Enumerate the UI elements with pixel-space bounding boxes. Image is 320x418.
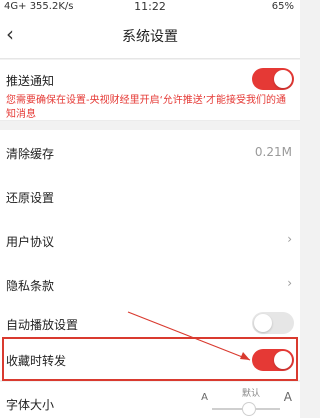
- setting-row-cache[interactable]: 清除缓存 0.21M: [0, 130, 300, 175]
- chevron-right-icon: ›: [287, 276, 292, 290]
- page-title: 系统设置: [122, 29, 178, 45]
- toggle-knob: [254, 314, 272, 332]
- status-bar: 4G+ 355.2K/s 11:22 65%: [0, 0, 300, 14]
- toggle-knob: [274, 70, 292, 88]
- font-size-slider[interactable]: [212, 402, 280, 416]
- push-notice: 您需要确保在设置-央视财经里开启‘允许推送’才能接受我们的通知消息: [6, 95, 286, 120]
- status-time: 11:22: [134, 0, 166, 13]
- annotation-highlight-box: [2, 337, 298, 381]
- battery-indicator: 65%: [271, 1, 294, 12]
- cache-size: 0.21M: [254, 145, 292, 159]
- setting-label-restore: 还原设置: [6, 191, 55, 205]
- chevron-right-icon: ›: [287, 232, 292, 246]
- setting-label-privacy: 隐私条款: [6, 279, 55, 293]
- setting-row-push: 推送通知 您需要确保在设置-央视财经里开启‘允许推送’才能接受我们的通知消息: [0, 60, 300, 121]
- setting-row-privacy[interactable]: 隐私条款 ›: [0, 262, 300, 307]
- font-large-label: A: [283, 390, 292, 404]
- setting-row-font-size: 字体大小 A 默认 A: [0, 382, 300, 418]
- setting-label-push: 推送通知: [6, 74, 55, 88]
- setting-label-font-size: 字体大小: [6, 398, 55, 412]
- push-toggle[interactable]: [252, 68, 294, 90]
- setting-row-agreement[interactable]: 用户协议 ›: [0, 218, 300, 263]
- setting-label-cache: 清除缓存: [6, 147, 55, 161]
- autoplay-toggle[interactable]: [252, 312, 294, 334]
- setting-row-autoplay: 自动播放设置: [0, 306, 300, 341]
- setting-label-agreement: 用户协议: [6, 235, 55, 249]
- setting-row-restore[interactable]: 还原设置: [0, 174, 300, 219]
- font-small-label: A: [201, 392, 208, 403]
- font-default-label: 默认: [241, 389, 260, 399]
- app-header: ‹ 系统设置: [0, 14, 300, 59]
- slider-thumb[interactable]: [242, 402, 256, 416]
- setting-label-autoplay: 自动播放设置: [6, 318, 79, 332]
- status-right: 65%: [272, 1, 294, 12]
